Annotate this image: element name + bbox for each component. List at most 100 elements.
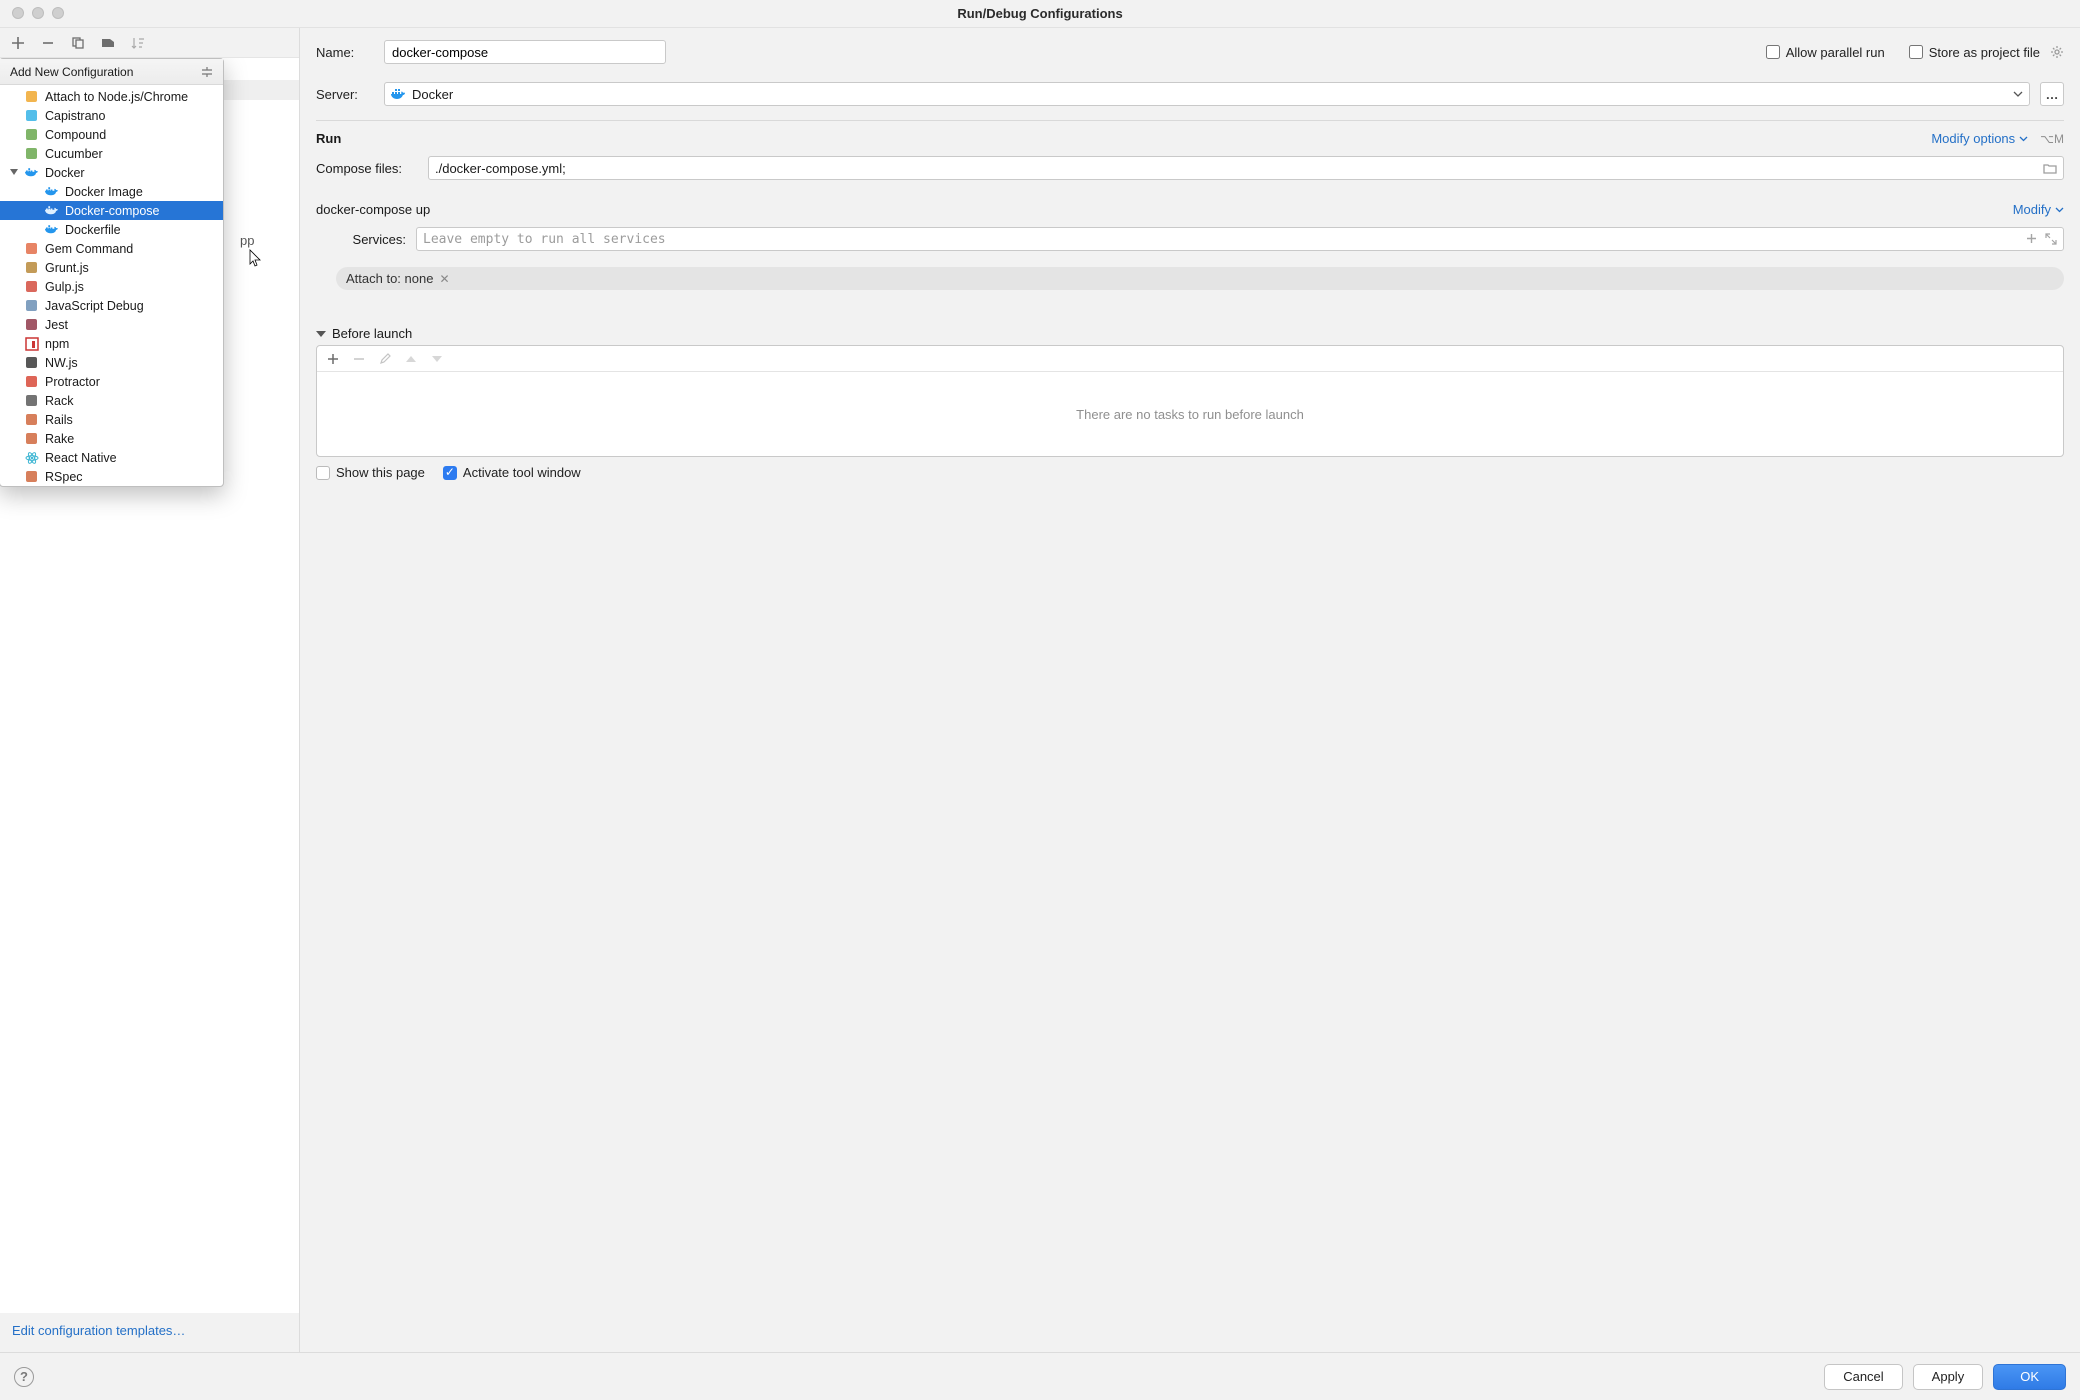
config-type-cucumber[interactable]: Cucumber: [0, 144, 223, 163]
config-type-dockerfile[interactable]: Dockerfile: [0, 220, 223, 239]
config-type-label: Rack: [45, 394, 73, 408]
store-project-label: Store as project file: [1929, 45, 2040, 60]
config-type-compound[interactable]: Compound: [0, 125, 223, 144]
left-panel: pp Add New Configuration Attach to Node.…: [0, 28, 300, 1352]
folder-icon[interactable]: [2043, 163, 2057, 174]
chevron-down-icon: [2013, 91, 2023, 97]
node-chrome-icon: [24, 89, 39, 104]
config-type-capistrano[interactable]: Capistrano: [0, 106, 223, 125]
services-row: Services: Leave empty to run all service…: [316, 227, 2064, 251]
config-type-label: Compound: [45, 128, 106, 142]
window-min-dot[interactable]: [32, 7, 44, 19]
config-type-rake[interactable]: Rake: [0, 429, 223, 448]
config-type-label: Docker Image: [65, 185, 143, 199]
bl-edit-icon[interactable]: [379, 353, 391, 365]
compose-up-label: docker-compose up: [316, 202, 430, 217]
config-type-protractor[interactable]: Protractor: [0, 372, 223, 391]
config-tree-area: pp Add New Configuration Attach to Node.…: [0, 58, 299, 1313]
config-type-gem-command[interactable]: Gem Command: [0, 239, 223, 258]
remove-chip-icon[interactable]: ✕: [439, 272, 449, 286]
config-type-label: React Native: [45, 451, 117, 465]
before-launch-label: Before launch: [332, 326, 412, 341]
mouse-cursor-icon: [247, 249, 263, 269]
apply-button[interactable]: Apply: [1913, 1364, 1984, 1390]
allow-parallel-input[interactable]: [1766, 45, 1780, 59]
docker-icon: [44, 222, 59, 237]
allow-parallel-checkbox[interactable]: Allow parallel run: [1766, 45, 1885, 60]
gear-icon[interactable]: [2050, 45, 2064, 59]
jsdebug-icon: [24, 298, 39, 313]
cancel-button[interactable]: Cancel: [1824, 1364, 1902, 1390]
services-placeholder: Leave empty to run all services: [423, 232, 666, 247]
store-project-checkbox[interactable]: Store as project file: [1909, 45, 2040, 60]
add-config-icon[interactable]: [10, 35, 26, 51]
server-ellipsis-button[interactable]: …: [2040, 82, 2064, 106]
bl-up-icon[interactable]: [405, 354, 417, 364]
config-type-docker-image[interactable]: Docker Image: [0, 182, 223, 201]
gem-icon: [24, 241, 39, 256]
npm-icon: [24, 336, 39, 351]
help-icon[interactable]: ?: [14, 1367, 34, 1387]
window-close-dot[interactable]: [12, 7, 24, 19]
name-label: Name:: [316, 45, 374, 60]
modify-link[interactable]: Modify: [2013, 202, 2064, 217]
expand-services-icon[interactable]: [2045, 233, 2057, 245]
config-type-gulp-js[interactable]: Gulp.js: [0, 277, 223, 296]
config-type-docker-compose[interactable]: Docker-compose: [0, 201, 223, 220]
config-type-label: Rake: [45, 432, 74, 446]
modify-label: Modify: [2013, 202, 2051, 217]
jest-icon: [24, 317, 39, 332]
config-type-docker[interactable]: Docker: [0, 163, 223, 182]
bl-down-icon[interactable]: [431, 354, 443, 364]
edit-templates-area: Edit configuration templates…: [0, 1313, 299, 1352]
name-row: Name: Allow parallel run Store as projec…: [316, 40, 2064, 64]
modify-options-link[interactable]: Modify options: [1931, 131, 2028, 146]
show-page-label: Show this page: [336, 465, 425, 480]
cucumber-icon: [24, 146, 39, 161]
config-type-npm[interactable]: npm: [0, 334, 223, 353]
show-page-input[interactable]: [316, 466, 330, 480]
add-service-icon[interactable]: [2026, 233, 2037, 245]
copy-config-icon[interactable]: [70, 35, 86, 51]
show-page-checkbox[interactable]: Show this page: [316, 465, 425, 480]
react-icon: [24, 450, 39, 465]
config-toolbar: [0, 28, 299, 58]
server-combo[interactable]: Docker: [384, 82, 2030, 106]
popup-list[interactable]: Attach to Node.js/ChromeCapistrano Compou…: [0, 85, 223, 486]
config-type-javascript-debug[interactable]: JavaScript Debug: [0, 296, 223, 315]
services-input[interactable]: Leave empty to run all services: [416, 227, 2064, 251]
bl-add-icon[interactable]: [327, 353, 339, 365]
popup-pin-icon[interactable]: [201, 66, 213, 78]
config-type-rspec[interactable]: RSpec: [0, 467, 223, 486]
config-type-attach-to-node-js-chrome[interactable]: Attach to Node.js/Chrome: [0, 87, 223, 106]
remove-config-icon[interactable]: [40, 35, 56, 51]
config-type-react-native[interactable]: React Native: [0, 448, 223, 467]
compose-files-field[interactable]: ./docker-compose.yml;: [428, 156, 2064, 180]
popup-header: Add New Configuration: [0, 59, 223, 85]
before-launch-empty: There are no tasks to run before launch: [317, 372, 2063, 456]
before-launch-section: Before launch There are no tasks to run …: [316, 326, 2064, 480]
activate-tool-input[interactable]: [443, 466, 457, 480]
gulp-icon: [24, 279, 39, 294]
activate-tool-checkbox[interactable]: Activate tool window: [443, 465, 581, 480]
sort-config-icon[interactable]: [130, 35, 146, 51]
name-input[interactable]: [384, 40, 666, 64]
config-type-nw-js[interactable]: NW.js: [0, 353, 223, 372]
config-type-label: Docker-compose: [65, 204, 159, 218]
attach-chip[interactable]: Attach to: none ✕: [336, 267, 2064, 290]
compose-up-row: docker-compose up Modify: [316, 202, 2064, 217]
config-type-rack[interactable]: Rack: [0, 391, 223, 410]
config-type-grunt-js[interactable]: Grunt.js: [0, 258, 223, 277]
edit-templates-link[interactable]: Edit configuration templates…: [12, 1323, 185, 1338]
traffic-lights: [12, 7, 64, 19]
config-type-label: npm: [45, 337, 69, 351]
before-launch-header[interactable]: Before launch: [316, 326, 2064, 341]
bl-remove-icon[interactable]: [353, 353, 365, 365]
config-type-label: Jest: [45, 318, 68, 332]
config-type-jest[interactable]: Jest: [0, 315, 223, 334]
ok-button[interactable]: OK: [1993, 1364, 2066, 1390]
save-config-icon[interactable]: [100, 35, 116, 51]
window-max-dot[interactable]: [52, 7, 64, 19]
store-project-input[interactable]: [1909, 45, 1923, 59]
config-type-rails[interactable]: Rails: [0, 410, 223, 429]
